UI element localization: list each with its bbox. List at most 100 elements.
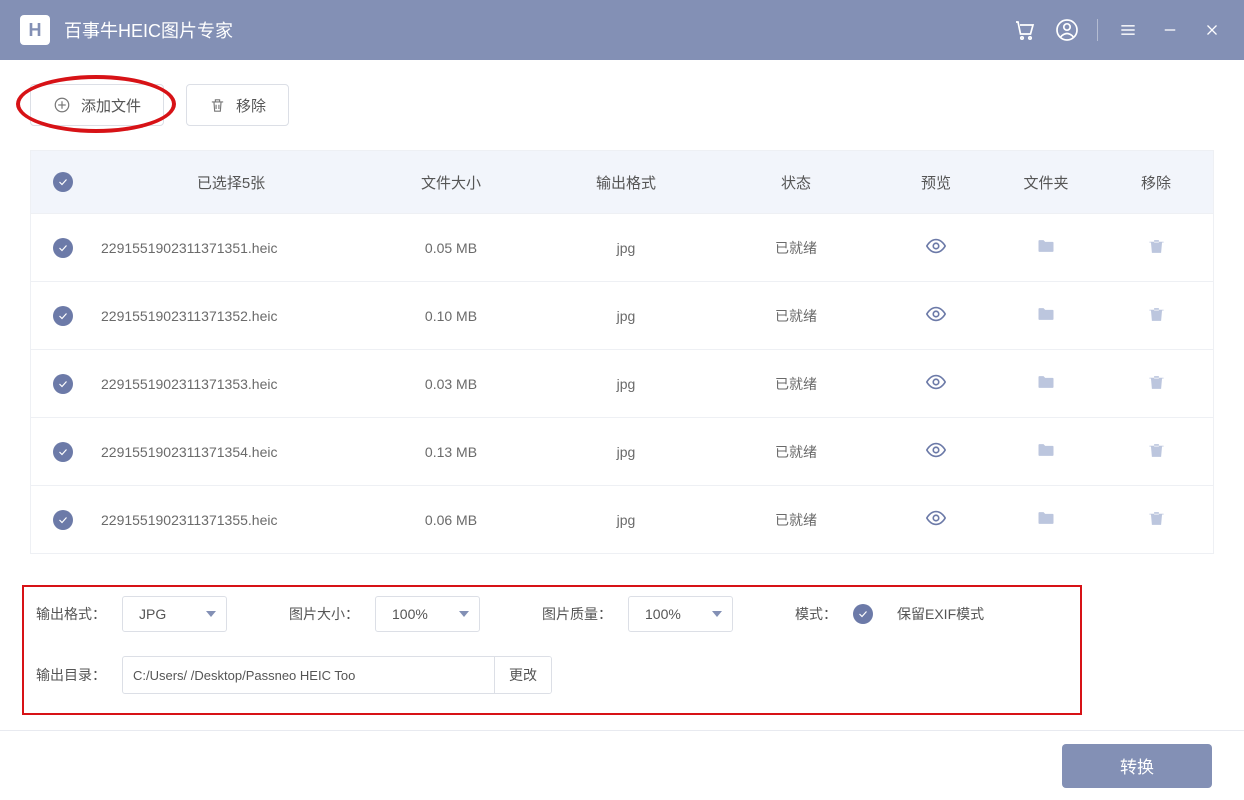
col-folder: 文件夹 — [991, 172, 1101, 193]
row-format: jpg — [541, 512, 711, 528]
row-filename: 2291551902311371351.heic — [101, 240, 361, 256]
delete-icon[interactable] — [1147, 305, 1166, 324]
mode-checkbox[interactable] — [853, 604, 873, 624]
image-quality-label: 图片质量： — [542, 604, 612, 624]
col-status: 状态 — [711, 172, 881, 193]
row-check[interactable] — [31, 442, 101, 462]
delete-icon[interactable] — [1147, 237, 1166, 256]
row-size: 0.05 MB — [361, 240, 541, 256]
row-filename: 2291551902311371354.heic — [101, 444, 361, 460]
plus-circle-icon — [53, 96, 71, 114]
image-size-value: 100% — [392, 606, 428, 622]
folder-icon[interactable] — [1036, 440, 1056, 460]
folder-icon[interactable] — [1036, 304, 1056, 324]
preview-icon[interactable] — [925, 507, 947, 529]
chevron-down-icon — [206, 611, 216, 617]
col-format: 输出格式 — [541, 172, 711, 193]
chevron-down-icon — [459, 611, 469, 617]
row-format: jpg — [541, 444, 711, 460]
folder-icon[interactable] — [1036, 372, 1056, 392]
toolbar: 添加文件 移除 — [30, 84, 1214, 126]
table-row: 2291551902311371351.heic 0.05 MB jpg 已就绪 — [31, 213, 1213, 281]
row-filename: 2291551902311371355.heic — [101, 512, 361, 528]
image-size-label: 图片大小： — [289, 604, 359, 624]
image-quality-value: 100% — [645, 606, 681, 622]
row-status: 已就绪 — [711, 374, 881, 394]
output-format-select[interactable]: JPG — [122, 596, 227, 632]
footer: 转换 — [0, 730, 1244, 800]
chevron-down-icon — [712, 611, 722, 617]
add-file-button[interactable]: 添加文件 — [30, 84, 164, 126]
table-row: 2291551902311371355.heic 0.06 MB jpg 已就绪 — [31, 485, 1213, 553]
row-check[interactable] — [31, 374, 101, 394]
output-dir-input: C:/Users/ /Desktop/Passneo HEIC Too 更改 — [122, 656, 552, 694]
row-filename: 2291551902311371353.heic — [101, 376, 361, 392]
col-remove: 移除 — [1101, 172, 1211, 193]
user-icon[interactable] — [1055, 18, 1079, 42]
output-format-label: 输出格式： — [36, 604, 106, 624]
table-header: 已选择5张 文件大小 输出格式 状态 预览 文件夹 移除 — [31, 151, 1213, 213]
folder-icon[interactable] — [1036, 508, 1056, 528]
select-all-cell[interactable] — [31, 172, 101, 192]
row-size: 0.13 MB — [361, 444, 541, 460]
app-logo: H — [20, 15, 50, 45]
row-status: 已就绪 — [711, 442, 881, 462]
checkmark-icon — [53, 510, 73, 530]
title-bar: H 百事牛HEIC图片专家 — [0, 0, 1244, 60]
app-title: 百事牛HEIC图片专家 — [64, 17, 1013, 43]
preview-icon[interactable] — [925, 235, 947, 257]
change-dir-button[interactable]: 更改 — [494, 657, 551, 693]
row-size: 0.10 MB — [361, 308, 541, 324]
row-check[interactable] — [31, 306, 101, 326]
checkmark-icon — [53, 306, 73, 326]
remove-label: 移除 — [236, 95, 266, 116]
row-size: 0.06 MB — [361, 512, 541, 528]
delete-icon[interactable] — [1147, 441, 1166, 460]
col-selected: 已选择5张 — [101, 172, 361, 193]
row-format: jpg — [541, 308, 711, 324]
row-format: jpg — [541, 240, 711, 256]
col-filesize: 文件大小 — [361, 172, 541, 193]
content-area: 添加文件 移除 已选择5张 文件大小 输出格式 状态 预览 文件夹 移除 — [0, 60, 1244, 718]
col-preview: 预览 — [881, 172, 991, 193]
row-status: 已就绪 — [711, 306, 881, 326]
row-size: 0.03 MB — [361, 376, 541, 392]
folder-icon[interactable] — [1036, 236, 1056, 256]
output-dir-label: 输出目录： — [36, 665, 106, 685]
settings-panel: 输出格式： JPG 图片大小： 100% 图片质量： 100% 模式： 保留E — [30, 578, 1214, 718]
delete-icon[interactable] — [1147, 373, 1166, 392]
table-row: 2291551902311371354.heic 0.13 MB jpg 已就绪 — [31, 417, 1213, 485]
image-size-select[interactable]: 100% — [375, 596, 480, 632]
preview-icon[interactable] — [925, 439, 947, 461]
menu-icon[interactable] — [1116, 18, 1140, 42]
mode-label: 模式： — [795, 604, 837, 624]
row-check[interactable] — [31, 510, 101, 530]
minimize-icon[interactable] — [1158, 18, 1182, 42]
divider — [1097, 19, 1098, 41]
remove-button[interactable]: 移除 — [186, 84, 289, 126]
preview-icon[interactable] — [925, 371, 947, 393]
table-row: 2291551902311371352.heic 0.10 MB jpg 已就绪 — [31, 281, 1213, 349]
output-dir-value[interactable]: C:/Users/ /Desktop/Passneo HEIC Too — [123, 657, 494, 693]
row-format: jpg — [541, 376, 711, 392]
convert-button[interactable]: 转换 — [1062, 744, 1212, 788]
file-table: 已选择5张 文件大小 输出格式 状态 预览 文件夹 移除 22915519023… — [30, 150, 1214, 554]
checkmark-icon — [53, 374, 73, 394]
row-check[interactable] — [31, 238, 101, 258]
row-filename: 2291551902311371352.heic — [101, 308, 361, 324]
checkmark-icon — [53, 238, 73, 258]
cart-icon[interactable] — [1013, 18, 1037, 42]
checkmark-icon — [53, 442, 73, 462]
table-row: 2291551902311371353.heic 0.03 MB jpg 已就绪 — [31, 349, 1213, 417]
preview-icon[interactable] — [925, 303, 947, 325]
checkmark-icon — [53, 172, 73, 192]
close-icon[interactable] — [1200, 18, 1224, 42]
delete-icon[interactable] — [1147, 509, 1166, 528]
row-status: 已就绪 — [711, 238, 881, 258]
trash-icon — [209, 97, 226, 114]
title-bar-controls — [1013, 18, 1224, 42]
image-quality-select[interactable]: 100% — [628, 596, 733, 632]
add-file-label: 添加文件 — [81, 95, 141, 116]
row-status: 已就绪 — [711, 510, 881, 530]
output-format-value: JPG — [139, 606, 166, 622]
